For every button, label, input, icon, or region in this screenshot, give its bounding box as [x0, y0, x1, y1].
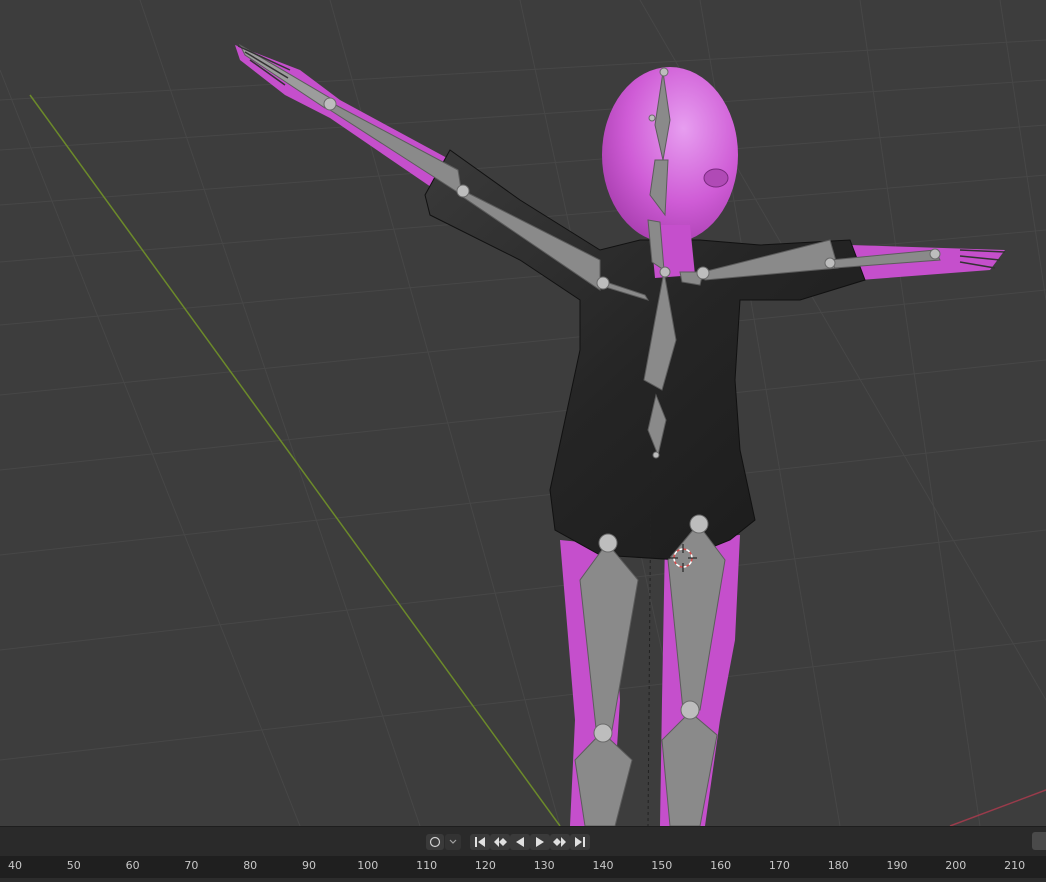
frame-tick-label: 70 — [184, 859, 199, 872]
x-axis-line — [949, 789, 1046, 826]
3d-viewport[interactable] — [0, 0, 1046, 826]
jump-start-button[interactable] — [470, 834, 490, 850]
ruler-baseline — [0, 878, 1046, 882]
timeline-options-button[interactable] — [1032, 832, 1046, 850]
next-keyframe-button[interactable] — [550, 834, 570, 850]
frame-tick-label: 200 — [945, 859, 967, 872]
frame-tick-label: 150 — [651, 859, 673, 872]
frame-tick-label: 50 — [66, 859, 81, 872]
jump-end-button[interactable] — [570, 834, 590, 850]
chevron-down-icon — [449, 839, 457, 844]
jump-to-start-icon — [475, 837, 485, 847]
play-button[interactable] — [530, 834, 550, 850]
record-circle-icon — [429, 836, 441, 848]
frame-tick-label: 100 — [357, 859, 379, 872]
jump-to-end-icon — [575, 837, 585, 847]
frame-tick-label: 170 — [768, 859, 790, 872]
play-reverse-button[interactable] — [510, 834, 530, 850]
timeline-ruler[interactable]: 40 50 60 70 80 90 100 110 120 130 140 150 160 170 180 1… — [0, 856, 1046, 882]
play-reverse-icon — [516, 837, 524, 847]
frame-tick-label: 90 — [302, 859, 316, 872]
frame-tick-label: 120 — [474, 859, 496, 872]
frame-tick-label: 160 — [710, 859, 732, 872]
viewport-scene — [0, 0, 1046, 826]
frame-tick-label: 80 — [243, 859, 258, 872]
playback-bar — [0, 826, 1046, 856]
auto-keying-button[interactable] — [426, 834, 444, 850]
frame-tick-label: 180 — [827, 859, 849, 872]
frame-tick-label: 130 — [533, 859, 555, 872]
floor-grid — [0, 0, 1046, 826]
prev-keyframe-button[interactable] — [490, 834, 510, 850]
frame-tick-label: 190 — [886, 859, 908, 872]
frame-tick-label: 210 — [1004, 859, 1026, 872]
prev-keyframe-icon — [494, 837, 507, 847]
next-keyframe-icon — [553, 837, 566, 847]
frame-tick-label: 140 — [592, 859, 614, 872]
frame-tick-label: 40 — [8, 859, 22, 872]
play-icon — [536, 837, 544, 847]
frame-tick-label: 110 — [416, 859, 438, 872]
keying-options-dropdown[interactable] — [445, 834, 461, 850]
frame-tick-label: 60 — [125, 859, 140, 872]
